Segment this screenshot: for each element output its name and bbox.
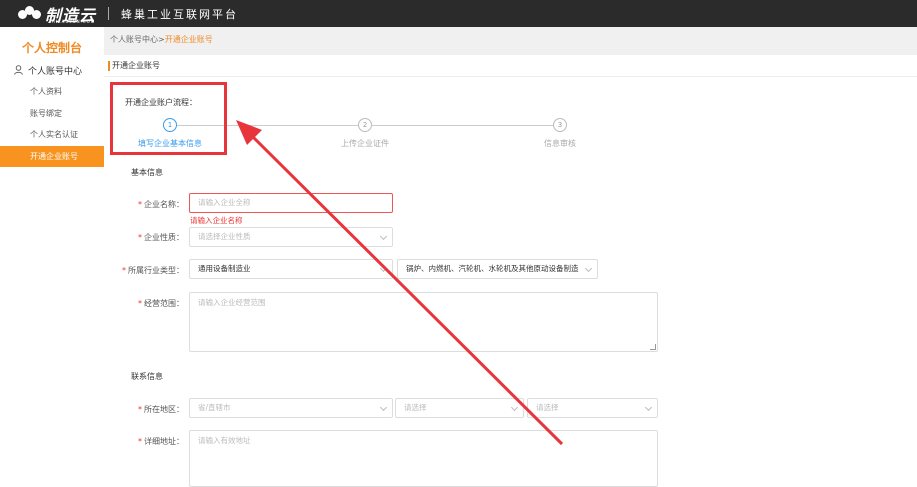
sidebar-title: 个人控制台 bbox=[21, 41, 82, 55]
breadcrumb-separator: > bbox=[158, 35, 165, 44]
logo[interactable]: 制造云 ZHIZAOYUN.COM bbox=[18, 2, 96, 26]
company-name-error: 请输入企业名称 bbox=[190, 216, 243, 225]
sidebar: 个人控制台 个人账号中心 个人资料 账号绑定 个人实名认证 开通企业账号 bbox=[0, 27, 104, 487]
chevron-down-icon bbox=[644, 403, 653, 412]
sidebar-item-open-enterprise[interactable]: 开通企业账号 bbox=[0, 145, 104, 167]
company-nature-label: * 企业性质： bbox=[138, 233, 184, 242]
chevron-down-icon bbox=[379, 232, 388, 241]
company-name-label: * 企业名称： bbox=[138, 200, 184, 209]
annotation-highlight-box bbox=[110, 82, 227, 155]
sidebar-group-account-center[interactable]: 个人账号中心 bbox=[0, 63, 104, 77]
header-divider bbox=[108, 7, 110, 20]
city-select[interactable]: 请选择 bbox=[395, 398, 524, 418]
industry-type-value: 通用设备制造业 bbox=[198, 264, 251, 273]
breadcrumb-parent[interactable]: 个人账号中心 bbox=[110, 35, 158, 44]
business-scope-placeholder: 请输入企业经营范围 bbox=[198, 298, 266, 307]
chevron-down-icon bbox=[584, 264, 593, 273]
breadcrumb: 个人账号中心>开通企业账号 bbox=[104, 27, 917, 52]
sidebar-group-label: 个人账号中心 bbox=[28, 66, 83, 77]
chevron-down-icon bbox=[379, 403, 388, 412]
district-select[interactable]: 请选择 bbox=[527, 398, 658, 418]
sidebar-item-account-binding[interactable]: 账号绑定 bbox=[0, 103, 104, 125]
detail-address-label: * 详细地址： bbox=[138, 437, 184, 446]
company-nature-placeholder: 请选择企业性质 bbox=[198, 232, 251, 241]
company-nature-select[interactable]: 请选择企业性质 bbox=[189, 227, 393, 247]
step-2-label: 上传企业证件 bbox=[341, 139, 389, 148]
top-bar: 制造云 ZHIZAOYUN.COM 蜂巢工业互联网平台 bbox=[0, 0, 917, 27]
user-icon bbox=[14, 65, 23, 75]
detail-address-placeholder: 请输入有效地址 bbox=[198, 436, 251, 445]
business-scope-label: * 经营范围： bbox=[138, 299, 184, 308]
industry-subtype-value: 锅炉、内燃机、汽轮机、水轮机及其他原动设备制造 bbox=[406, 264, 579, 273]
step-2-circle: 2 bbox=[358, 118, 372, 132]
sidebar-item-real-name-auth[interactable]: 个人实名认证 bbox=[0, 124, 104, 146]
industry-type-select[interactable]: 通用设备制造业 bbox=[189, 259, 393, 279]
city-placeholder: 请选择 bbox=[404, 403, 427, 412]
business-scope-textarea[interactable]: 请输入企业经营范围 bbox=[189, 292, 658, 352]
sidebar-item-profile[interactable]: 个人资料 bbox=[0, 81, 104, 103]
detail-address-textarea[interactable]: 请输入有效地址 bbox=[189, 430, 658, 487]
platform-title: 蜂巢工业互联网平台 bbox=[121, 7, 239, 21]
district-placeholder: 请选择 bbox=[536, 403, 559, 412]
breadcrumb-current: 开通企业账号 bbox=[164, 35, 213, 44]
province-placeholder: 省/直辖市 bbox=[198, 403, 231, 412]
logo-icon bbox=[18, 5, 42, 22]
industry-subtype-select[interactable]: 锅炉、内燃机、汽轮机、水轮机及其他原动设备制造 bbox=[397, 259, 598, 279]
logo-subtext: ZHIZAOYUN.COM bbox=[48, 18, 96, 24]
basic-info-title: 基本信息 bbox=[131, 168, 163, 177]
chevron-down-icon bbox=[379, 264, 388, 273]
company-name-input[interactable]: 请输入企业全称 bbox=[189, 193, 393, 213]
section-title: 开通企业账号 bbox=[104, 55, 917, 77]
resize-handle-icon[interactable] bbox=[650, 344, 656, 350]
region-label: * 所在地区： bbox=[138, 405, 184, 414]
step-3-circle: 3 bbox=[553, 118, 567, 132]
province-select[interactable]: 省/直辖市 bbox=[189, 398, 393, 418]
chevron-down-icon bbox=[510, 403, 519, 412]
contact-info-title: 联系信息 bbox=[131, 372, 163, 381]
step-3-label: 信息审核 bbox=[544, 139, 576, 148]
industry-type-label: * 所属行业类型： bbox=[122, 266, 184, 275]
step-connector bbox=[372, 125, 560, 126]
